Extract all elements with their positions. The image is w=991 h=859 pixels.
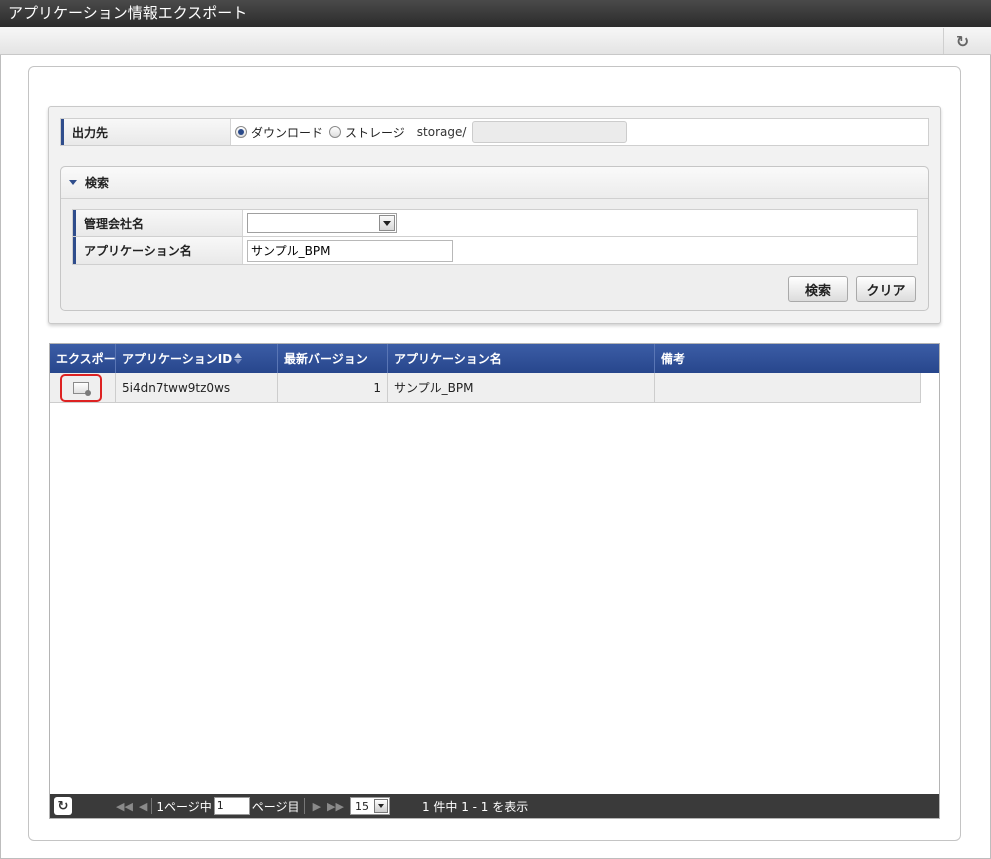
export-icon[interactable] xyxy=(73,381,91,396)
app-name-label: アプリケーション名 xyxy=(73,237,243,264)
first-page-icon[interactable]: ◀◀ xyxy=(116,800,133,813)
next-page-icon[interactable]: ▶ xyxy=(313,800,321,813)
pager-divider xyxy=(303,798,305,814)
export-cell xyxy=(50,373,116,402)
storage-prefix: storage/ xyxy=(416,125,467,139)
radio-storage-label: ストレージ xyxy=(345,125,405,140)
sort-icon[interactable] xyxy=(234,353,243,364)
form-panel: 出力先 ダウンロード ストレージ storage/ 検索 管理会社名 アプリケー… xyxy=(48,106,941,324)
pager: ↻ ◀◀ ◀ 1ページ中 1 ページ目 ▶ ▶▶ 15 1 件中 1 - 1 を… xyxy=(50,794,939,818)
radio-download[interactable]: ダウンロード xyxy=(235,124,323,141)
page-number-input[interactable]: 1 xyxy=(213,797,250,815)
reload-icon[interactable]: ↻ xyxy=(943,28,981,54)
col-app-name[interactable]: アプリケーション名 xyxy=(388,344,655,373)
page-suffix: ページ目 xyxy=(251,799,300,814)
radio-storage[interactable]: ストレージ xyxy=(329,124,405,141)
results-grid: エクスポート アプリケーションID 最新バージョン アプリケーション名 備考 5… xyxy=(49,343,940,819)
pager-refresh-icon[interactable]: ↻ xyxy=(54,797,72,815)
page-size-select[interactable]: 15 xyxy=(349,797,390,815)
last-page-icon[interactable]: ▶▶ xyxy=(327,800,344,813)
output-row: 出力先 ダウンロード ストレージ storage/ xyxy=(60,118,929,146)
page-size-value: 15 xyxy=(354,799,369,813)
clear-button[interactable]: クリア xyxy=(856,276,916,302)
page-prefix: 1ページ中 xyxy=(156,799,212,814)
version-cell: 1 xyxy=(278,373,388,402)
radio-download-label: ダウンロード xyxy=(251,125,324,140)
company-select[interactable] xyxy=(247,213,397,233)
col-note[interactable]: 備考 xyxy=(655,344,939,373)
app-name-row: アプリケーション名 xyxy=(72,237,918,265)
pager-divider xyxy=(151,798,153,814)
col-version[interactable]: 最新バージョン xyxy=(278,344,388,373)
app-name-input[interactable] xyxy=(247,239,453,262)
company-row: 管理会社名 xyxy=(72,209,918,237)
app-name-cell: サンプル_BPM xyxy=(388,373,655,402)
radio-storage-icon[interactable] xyxy=(329,126,342,138)
storage-path-input[interactable] xyxy=(472,121,628,143)
toolbar: ↻ xyxy=(0,27,991,55)
table-row[interactable]: 5i4dn7tww9tz0ws 1 サンプル_BPM xyxy=(50,373,921,403)
company-label: 管理会社名 xyxy=(73,210,243,236)
search-button[interactable]: 検索 xyxy=(788,276,848,302)
radio-download-icon[interactable] xyxy=(235,126,247,138)
note-cell xyxy=(655,373,921,402)
search-section: 検索 管理会社名 アプリケーション名 検索 クリア xyxy=(60,166,929,311)
col-app-id-label: アプリケーションID xyxy=(122,352,233,366)
col-export[interactable]: エクスポート xyxy=(50,344,116,373)
app-id-cell: 5i4dn7tww9tz0ws xyxy=(116,373,278,402)
prev-page-icon[interactable]: ◀ xyxy=(139,800,147,813)
output-value: ダウンロード ストレージ storage/ xyxy=(231,119,928,145)
collapse-triangle-icon xyxy=(69,180,77,185)
chevron-down-icon[interactable] xyxy=(379,215,395,231)
window-title: アプリケーション情報エクスポート xyxy=(0,0,991,27)
output-label: 出力先 xyxy=(61,119,231,145)
export-button[interactable] xyxy=(60,373,102,402)
search-header[interactable]: 検索 xyxy=(61,167,928,199)
col-app-id[interactable]: アプリケーションID xyxy=(116,344,278,373)
chevron-down-icon[interactable] xyxy=(373,799,388,813)
pager-summary: 1 件中 1 - 1 を表示 xyxy=(421,799,529,814)
grid-header: エクスポート アプリケーションID 最新バージョン アプリケーション名 備考 xyxy=(50,344,939,373)
company-value xyxy=(243,210,917,236)
app-name-value xyxy=(243,237,917,264)
search-header-label: 検索 xyxy=(85,176,110,190)
